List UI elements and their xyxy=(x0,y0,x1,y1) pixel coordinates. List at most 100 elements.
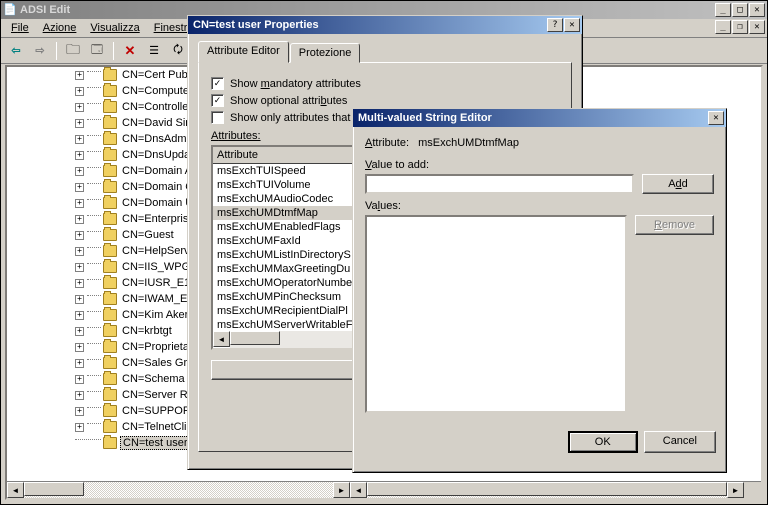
expand-icon[interactable]: + xyxy=(75,279,84,288)
expand-icon[interactable]: + xyxy=(75,327,84,336)
expand-icon[interactable]: + xyxy=(75,183,84,192)
tab-attribute-editor[interactable]: Attribute Editor xyxy=(198,41,289,63)
chk-only-values[interactable] xyxy=(211,111,224,124)
tree-hscroll[interactable]: ◄ ► ◄ ► xyxy=(7,481,761,498)
folder-icon xyxy=(103,325,117,337)
properties-button[interactable]: ☰ xyxy=(143,40,165,62)
expand-icon[interactable]: + xyxy=(75,199,84,208)
tree-label: CN=Kim Akers xyxy=(120,309,196,321)
folder-icon xyxy=(103,149,117,161)
scroll-right2-button[interactable]: ► xyxy=(727,482,744,498)
back-button[interactable]: ⇦ xyxy=(5,40,27,62)
attr-scroll-thumb[interactable] xyxy=(230,331,280,345)
expand-icon[interactable]: + xyxy=(75,407,84,416)
help-button[interactable]: ? xyxy=(547,18,563,32)
folder-icon xyxy=(103,117,117,129)
scroll-corner xyxy=(744,482,761,498)
tree-label: CN=Guest xyxy=(120,229,176,241)
menu-azione[interactable]: Azione xyxy=(37,20,83,36)
values-listbox[interactable] xyxy=(365,215,627,413)
expand-icon[interactable]: + xyxy=(75,87,84,96)
add-button[interactable]: Add xyxy=(642,174,714,194)
minimize-button[interactable]: _ xyxy=(715,3,731,17)
app-icon: 📄 xyxy=(3,3,17,17)
expand-icon[interactable]: + xyxy=(75,263,84,272)
folder-icon xyxy=(103,373,117,385)
close-button[interactable]: ✕ xyxy=(749,3,765,17)
expand-icon[interactable]: + xyxy=(75,119,84,128)
scroll-thumb[interactable] xyxy=(24,482,84,496)
folder-icon xyxy=(103,101,117,113)
folder-icon xyxy=(103,69,117,81)
expand-icon[interactable]: + xyxy=(75,375,84,384)
props-close-button[interactable]: ✕ xyxy=(564,18,580,32)
folder-icon xyxy=(103,277,117,289)
expand-icon[interactable]: + xyxy=(75,391,84,400)
maximize-button[interactable]: □ xyxy=(732,3,748,17)
folder-icon xyxy=(103,293,117,305)
up-button[interactable]: 🗀 xyxy=(62,40,84,62)
menu-visualizza[interactable]: Visualizza xyxy=(84,20,145,36)
expand-icon[interactable]: + xyxy=(75,151,84,160)
folder-icon xyxy=(103,229,117,241)
delete-button[interactable]: ✕ xyxy=(119,40,141,62)
tab-protezione[interactable]: Protezione xyxy=(290,43,361,63)
values-label: Values: xyxy=(365,200,714,212)
refresh-button[interactable]: 🗘 xyxy=(167,40,189,62)
folder-icon xyxy=(103,85,117,97)
expand-icon[interactable]: + xyxy=(75,135,84,144)
expand-icon[interactable]: + xyxy=(75,103,84,112)
ok-button[interactable]: OK xyxy=(568,431,638,453)
folder-icon xyxy=(103,341,117,353)
attr-scroll-left[interactable]: ◄ xyxy=(213,331,230,347)
cancel-button[interactable]: Cancel xyxy=(644,431,716,453)
expand-icon[interactable]: + xyxy=(75,359,84,368)
folder-icon xyxy=(103,389,117,401)
menu-file[interactable]: File xyxy=(5,20,35,36)
chk-only-values-label: Show only attributes that xyxy=(230,112,350,124)
expand-icon[interactable]: + xyxy=(75,167,84,176)
folder-icon xyxy=(103,213,117,225)
folder-icon xyxy=(103,181,117,193)
tree-label: CN=IIS_WPG xyxy=(120,261,192,273)
tree-label: CN=krbtgt xyxy=(120,325,174,337)
scroll-thumb-2[interactable] xyxy=(367,482,727,496)
show-pane-button[interactable]: 🗔 xyxy=(86,40,108,62)
folder-icon xyxy=(103,309,117,321)
mdi-close-button[interactable]: ✕ xyxy=(749,20,765,34)
editor-close-button[interactable]: ✕ xyxy=(708,111,724,125)
expand-icon[interactable]: + xyxy=(75,343,84,352)
folder-icon xyxy=(103,133,117,145)
value-to-add-label: Value to add: xyxy=(365,159,714,171)
forward-button[interactable]: ⇨ xyxy=(29,40,51,62)
chk-optional[interactable]: ✓ xyxy=(211,94,224,107)
folder-icon xyxy=(103,197,117,209)
expand-icon[interactable]: + xyxy=(75,295,84,304)
editor-title: Multi-valued String Editor xyxy=(355,112,708,124)
expand-icon[interactable]: + xyxy=(75,215,84,224)
properties-titlebar[interactable]: CN=test user Properties ? ✕ xyxy=(188,16,582,34)
folder-icon xyxy=(103,437,117,449)
editor-attr-value: msExchUMDtmfMap xyxy=(418,137,519,149)
mdi-minimize-button[interactable]: _ xyxy=(715,20,731,34)
multivalue-editor-dialog: Multi-valued String Editor ✕ Attribute: … xyxy=(352,108,727,473)
scroll-right-button[interactable]: ► xyxy=(333,482,350,498)
folder-icon xyxy=(103,357,117,369)
editor-titlebar[interactable]: Multi-valued String Editor ✕ xyxy=(353,109,726,127)
chk-mandatory[interactable]: ✓ xyxy=(211,77,224,90)
expand-icon[interactable]: + xyxy=(75,247,84,256)
scroll-left2-button[interactable]: ◄ xyxy=(350,482,367,498)
expand-icon[interactable]: + xyxy=(75,423,84,432)
remove-button[interactable]: Remove xyxy=(635,215,714,235)
folder-icon xyxy=(103,165,117,177)
expand-icon[interactable]: + xyxy=(75,231,84,240)
folder-icon xyxy=(103,245,117,257)
mdi-restore-button[interactable]: ❐ xyxy=(732,20,748,34)
expand-icon[interactable]: + xyxy=(75,311,84,320)
value-to-add-input[interactable] xyxy=(365,174,634,194)
chk-optional-label: Show optional attributes xyxy=(230,95,347,107)
expand-icon[interactable]: + xyxy=(75,71,84,80)
folder-icon xyxy=(103,421,117,433)
scroll-left-button[interactable]: ◄ xyxy=(7,482,24,498)
chk-mandatory-label: Show mandatory attributes xyxy=(230,78,361,90)
